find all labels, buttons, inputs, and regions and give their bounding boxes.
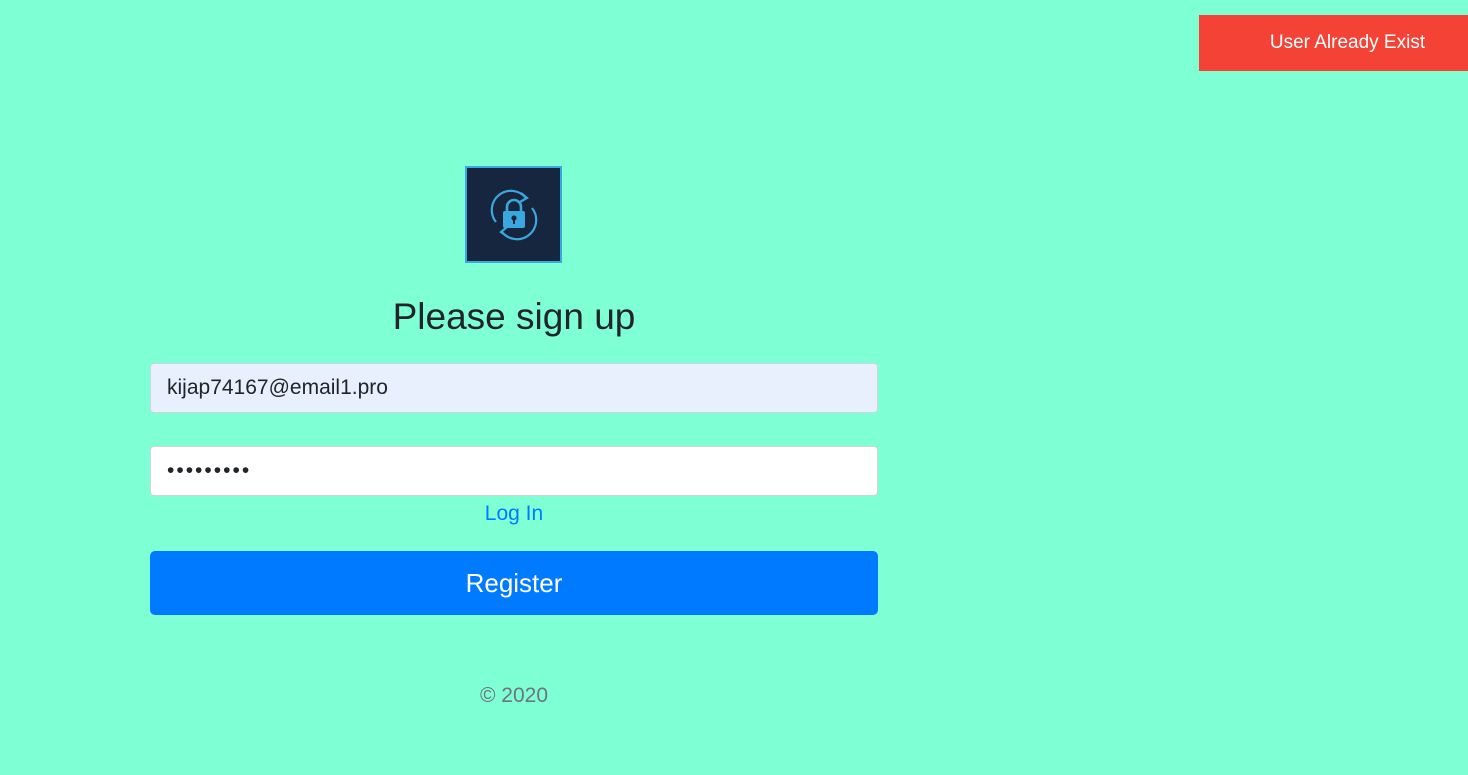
login-link[interactable]: Log In — [150, 502, 878, 526]
error-toast-message: User Already Exist — [1269, 32, 1426, 53]
error-toast: User Already Exist — [1199, 15, 1468, 71]
lock-refresh-icon — [465, 166, 562, 263]
signup-page: User Already Exist Please sign up Log In… — [0, 0, 1468, 775]
password-field[interactable] — [150, 446, 878, 496]
register-button[interactable]: Register — [150, 551, 878, 615]
copyright-text: © 2020 — [479, 684, 549, 707]
email-field[interactable] — [150, 363, 878, 413]
page-title: Please sign up — [392, 296, 636, 337]
